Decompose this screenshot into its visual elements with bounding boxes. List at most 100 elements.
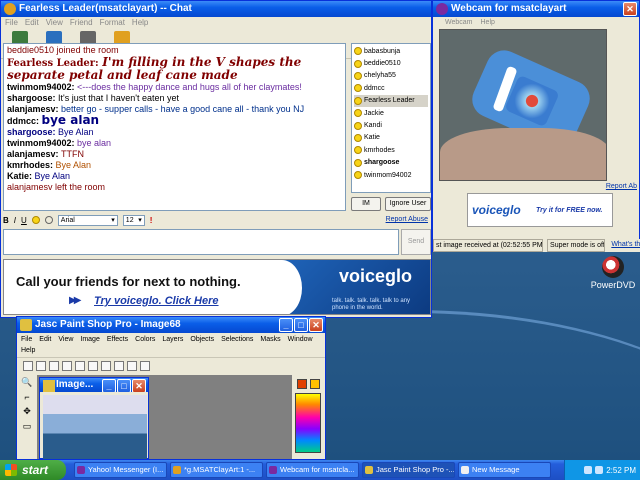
menu-help[interactable]: Help bbox=[132, 17, 148, 29]
background-color-swatch[interactable] bbox=[310, 379, 320, 389]
font-size-select[interactable]: 12 ▾ bbox=[122, 214, 145, 226]
ad-cta-link[interactable]: Try voiceglo. Click Here bbox=[94, 295, 219, 307]
alert-icon[interactable]: ! bbox=[150, 216, 153, 225]
taskbar-task[interactable]: Jasc Paint Shop Pro -... bbox=[362, 462, 455, 478]
yahoo-chat-icon bbox=[4, 3, 16, 15]
menu-friend[interactable]: Friend bbox=[70, 17, 93, 29]
menu-webcam[interactable]: Webcam bbox=[445, 17, 473, 29]
user-list-item[interactable]: Kandi bbox=[354, 119, 428, 131]
menu-file[interactable]: File bbox=[5, 17, 18, 29]
close-button[interactable]: ✕ bbox=[623, 2, 637, 16]
menu-edit[interactable]: Edit bbox=[25, 17, 39, 29]
menu-format[interactable]: Format bbox=[100, 17, 125, 29]
webcam-titlebar[interactable]: Webcam for msatclayart ✕ bbox=[433, 1, 639, 17]
menu-help[interactable]: Help bbox=[21, 345, 35, 356]
user-list-item[interactable]: twinmom94002 bbox=[354, 169, 428, 181]
paste-icon[interactable] bbox=[101, 360, 111, 371]
chat-messages[interactable]: beddie0510 joined the room Fearless Leade… bbox=[3, 43, 346, 211]
user-list-item[interactable]: ddmcc bbox=[354, 82, 428, 94]
user-list[interactable]: babasbunja beddie0510 chelyha55 ddmcc Fearle… bbox=[351, 43, 431, 193]
report-abuse-link[interactable]: Report Ab bbox=[606, 183, 637, 190]
minimize-button[interactable]: _ bbox=[102, 379, 116, 392]
close-button[interactable]: ✕ bbox=[132, 379, 146, 392]
message-sender: alanjamesv: bbox=[7, 104, 62, 114]
undo-icon[interactable] bbox=[114, 360, 124, 371]
font-select[interactable]: Arial ▾ bbox=[57, 214, 118, 226]
message-text: alanjamesv left the room bbox=[7, 182, 106, 192]
print-icon[interactable] bbox=[62, 360, 72, 371]
user-list-item[interactable]: chelyha55 bbox=[354, 70, 428, 82]
menu-colors[interactable]: Colors bbox=[135, 334, 155, 345]
whats-this-link[interactable]: What's th bbox=[609, 239, 640, 252]
im-button[interactable]: IM bbox=[351, 197, 381, 211]
underline-button[interactable]: U bbox=[21, 216, 27, 225]
selection-tool-icon[interactable]: ▭ bbox=[23, 421, 32, 432]
cut-icon[interactable] bbox=[75, 360, 85, 371]
send-button[interactable]: Send bbox=[401, 229, 431, 255]
network-icon[interactable] bbox=[595, 466, 604, 474]
menu-window[interactable]: Window bbox=[288, 334, 313, 345]
taskbar-task[interactable]: Webcam for msatcla... bbox=[266, 462, 359, 478]
chat-message: shargoose: It's just that I haven't eate… bbox=[7, 93, 342, 104]
image-window[interactable]: Image... _ □ ✕ bbox=[39, 377, 149, 459]
menu-image[interactable]: Image bbox=[80, 334, 99, 345]
color-palette bbox=[293, 377, 323, 457]
redo-icon[interactable] bbox=[127, 360, 137, 371]
user-list-item[interactable]: Katie bbox=[354, 132, 428, 144]
text-color-icon[interactable] bbox=[44, 216, 53, 224]
zoom-icon[interactable] bbox=[140, 360, 150, 371]
menu-masks[interactable]: Masks bbox=[260, 334, 280, 345]
open-file-icon[interactable] bbox=[36, 360, 46, 371]
user-list-item[interactable]: shargoose bbox=[354, 157, 428, 169]
maximize-button[interactable]: □ bbox=[294, 318, 308, 332]
volume-icon[interactable] bbox=[584, 466, 593, 474]
taskbar-task[interactable]: New Message bbox=[458, 462, 551, 478]
emoticon-icon[interactable] bbox=[31, 216, 40, 224]
report-abuse-link[interactable]: Report Abuse bbox=[386, 216, 428, 223]
start-button[interactable]: start bbox=[0, 460, 66, 480]
voiceglo-banner-ad[interactable]: Call your friends for next to nothing. ▶… bbox=[3, 259, 431, 315]
message-sender: twinmom94002: bbox=[7, 82, 78, 92]
bold-button[interactable]: B bbox=[3, 216, 9, 225]
user-list-item[interactable]: Fearless Leader bbox=[354, 94, 428, 107]
menu-edit[interactable]: Edit bbox=[39, 334, 51, 345]
crop-tool-icon[interactable]: ⌐ bbox=[24, 392, 29, 402]
menu-view[interactable]: View bbox=[46, 17, 63, 29]
new-file-icon[interactable] bbox=[23, 360, 33, 371]
voiceglo-cam-ad[interactable]: voiceglo Try it for FREE now. bbox=[467, 193, 613, 227]
color-spectrum[interactable] bbox=[295, 393, 321, 453]
user-list-item[interactable]: babasbunja bbox=[354, 45, 428, 57]
image-canvas[interactable] bbox=[43, 395, 147, 459]
menu-objects[interactable]: Objects bbox=[190, 334, 214, 345]
taskbar-task[interactable]: Yahoo! Messenger (I... bbox=[74, 462, 167, 478]
foreground-color-swatch[interactable] bbox=[297, 379, 307, 389]
menu-file[interactable]: File bbox=[21, 334, 32, 345]
psp-titlebar[interactable]: Jasc Paint Shop Pro - Image68 _ □ ✕ bbox=[17, 317, 325, 333]
zoom-tool-icon[interactable]: 🔍 bbox=[21, 377, 32, 388]
maximize-button[interactable]: □ bbox=[117, 379, 131, 392]
user-list-item[interactable]: beddie0510 bbox=[354, 57, 428, 69]
chat-titlebar[interactable]: Fearless Leader(msatclayart) -- Chat bbox=[1, 1, 431, 17]
image-titlebar[interactable]: Image... _ □ ✕ bbox=[40, 378, 148, 392]
webcam-statusbar: st image received at (02:52:55 PM) Super… bbox=[433, 239, 640, 252]
psp-window: Jasc Paint Shop Pro - Image68 _ □ ✕ File… bbox=[16, 316, 326, 460]
message-input[interactable] bbox=[3, 229, 399, 255]
copy-icon[interactable] bbox=[88, 360, 98, 371]
ignore-user-button[interactable]: Ignore User bbox=[385, 197, 431, 211]
menu-view[interactable]: View bbox=[58, 334, 73, 345]
menu-layers[interactable]: Layers bbox=[162, 334, 183, 345]
chat-message: shargoose: Bye Alan bbox=[7, 127, 342, 138]
move-tool-icon[interactable]: ✥ bbox=[23, 406, 31, 417]
save-icon[interactable] bbox=[49, 360, 59, 371]
minimize-button[interactable]: _ bbox=[279, 318, 293, 332]
menu-effects[interactable]: Effects bbox=[107, 334, 128, 345]
close-button[interactable]: ✕ bbox=[309, 318, 323, 332]
user-list-item[interactable]: kmrhodes bbox=[354, 144, 428, 156]
user-list-item[interactable]: Jackie bbox=[354, 107, 428, 119]
menu-help[interactable]: Help bbox=[481, 17, 495, 29]
menu-selections[interactable]: Selections bbox=[221, 334, 253, 345]
ad-cta-link[interactable]: Try it for FREE now. bbox=[536, 207, 603, 214]
desktop-icon-powerdvd[interactable]: PowerDVD bbox=[590, 256, 636, 290]
italic-button[interactable]: I bbox=[14, 216, 16, 225]
taskbar-task[interactable]: *g.MSATClayArt:1 -... bbox=[170, 462, 263, 478]
